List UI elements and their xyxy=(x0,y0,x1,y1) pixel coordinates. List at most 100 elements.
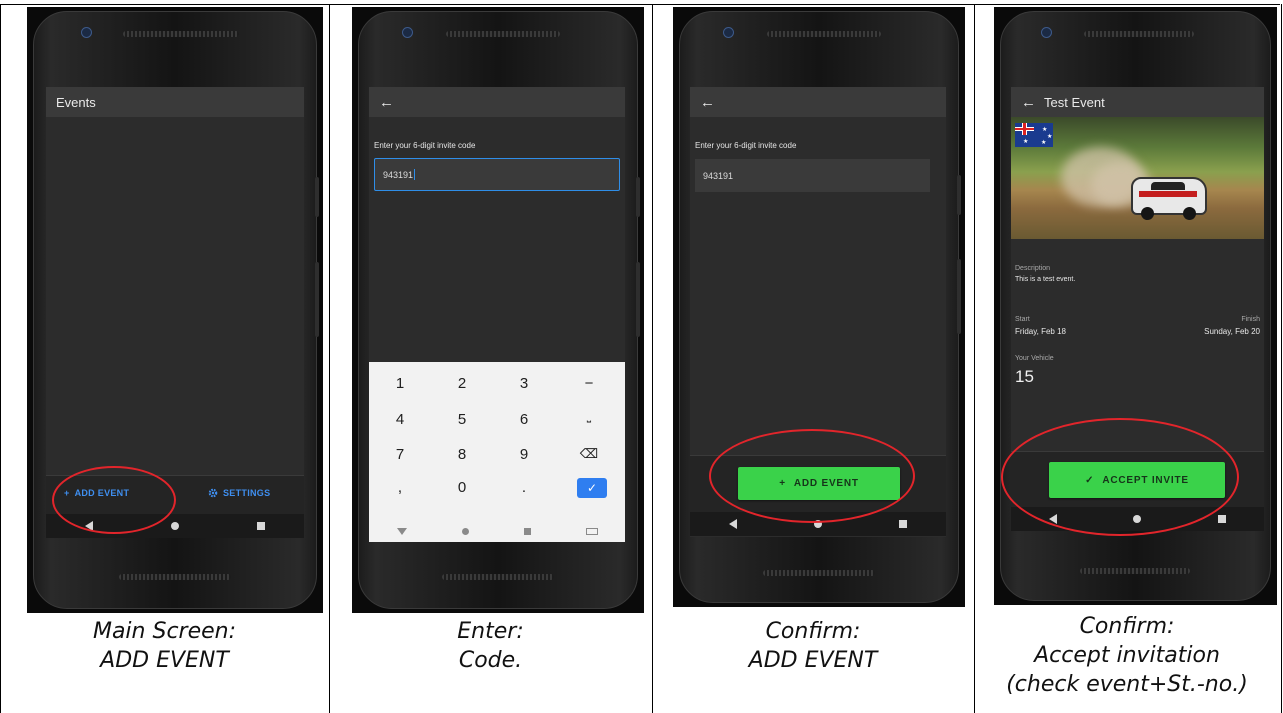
key-7[interactable]: 7 xyxy=(380,446,420,463)
nav-recents-icon[interactable] xyxy=(523,527,531,535)
star-icon: ★ xyxy=(1047,134,1053,140)
key-4[interactable]: 4 xyxy=(380,411,420,428)
car-wheel xyxy=(1141,207,1154,220)
invite-code-value: 943191 xyxy=(383,169,414,180)
highlight-oval xyxy=(1001,418,1239,536)
arrow-left-icon[interactable]: ← xyxy=(700,94,715,111)
hide-keyboard-icon[interactable] xyxy=(396,527,407,535)
car-window xyxy=(1151,182,1185,190)
settings-button[interactable]: SETTINGS xyxy=(208,488,270,498)
invite-code-input[interactable]: 943191 xyxy=(374,158,620,191)
page-title: Test Event xyxy=(1044,94,1105,110)
screen: ← Enter your 6-digit invite code 943191 … xyxy=(369,87,625,542)
arrow-left-icon[interactable]: ← xyxy=(1021,94,1036,111)
caption-line: Code. xyxy=(458,648,523,673)
app-bar: ← Test Event xyxy=(1011,87,1264,117)
settings-label: SETTINGS xyxy=(223,488,271,498)
bottom-speaker xyxy=(119,574,231,580)
caption-line: (check event+St.-no.) xyxy=(1006,672,1248,697)
app-bar: ← xyxy=(369,87,625,117)
nav-home-icon[interactable] xyxy=(461,527,469,535)
star-icon: ★ xyxy=(1042,127,1048,133)
car-stripe xyxy=(1139,191,1197,197)
description-value: This is a test event. xyxy=(1015,276,1076,283)
caption-line: ADD EVENT xyxy=(100,648,229,673)
key-comma[interactable]: , xyxy=(380,479,420,496)
nav-recents-icon[interactable] xyxy=(257,522,265,530)
finish-value: Sunday, Feb 20 xyxy=(1204,327,1260,336)
front-camera xyxy=(723,27,734,38)
key-0[interactable]: 0 xyxy=(442,479,482,496)
vehicle-number: 15 xyxy=(1015,367,1034,386)
key-space[interactable]: ⎵ xyxy=(569,411,609,424)
caption-confirm-add: Confirm: ADD EVENT xyxy=(652,617,974,675)
caption-line: Confirm: xyxy=(1079,614,1175,639)
front-camera xyxy=(81,27,92,38)
keyboard-nav-bar xyxy=(369,520,625,542)
gear-icon xyxy=(208,488,218,498)
top-speaker xyxy=(1084,31,1194,37)
key-9[interactable]: 9 xyxy=(504,446,544,463)
invite-code-prompt: Enter your 6-digit invite code xyxy=(374,141,476,150)
keyboard-switch-icon[interactable] xyxy=(585,527,598,535)
key-period[interactable]: . xyxy=(504,479,544,496)
top-speaker xyxy=(767,31,881,37)
rally-car xyxy=(1131,177,1207,220)
top-speaker xyxy=(446,31,560,37)
invite-code-prompt: Enter your 6-digit invite code xyxy=(695,141,797,150)
numeric-keyboard: 1 2 3 − 4 5 6 ⎵ 7 8 9 ⌫ , 0 . ✓ xyxy=(369,362,625,542)
nav-home-icon[interactable] xyxy=(171,522,179,530)
app-bar: ← xyxy=(690,87,946,117)
key-6[interactable]: 6 xyxy=(504,411,544,428)
side-button xyxy=(315,177,319,217)
phone-mockup-enter-code: ← Enter your 6-digit invite code 943191 … xyxy=(352,7,644,613)
invite-code-value: 943191 xyxy=(703,170,734,181)
caption-main: Main Screen: ADD EVENT xyxy=(0,617,329,675)
text-caret xyxy=(414,169,416,180)
bottom-speaker xyxy=(1080,568,1190,574)
key-backspace[interactable]: ⌫ xyxy=(569,446,609,462)
nav-recents-icon[interactable] xyxy=(899,520,908,528)
side-button xyxy=(636,177,640,217)
front-camera xyxy=(402,27,413,38)
side-button xyxy=(636,262,640,337)
key-enter[interactable]: ✓ xyxy=(577,478,607,498)
nav-recents-icon[interactable] xyxy=(1217,515,1226,523)
top-speaker xyxy=(123,31,239,37)
star-icon: ★ xyxy=(1041,140,1047,146)
key-minus[interactable]: − xyxy=(569,375,609,392)
caption-line: Main Screen: xyxy=(92,619,237,644)
caption-line: ADD EVENT xyxy=(748,648,878,673)
invite-code-input[interactable]: 943191 xyxy=(695,159,930,192)
arrow-left-icon[interactable]: ← xyxy=(379,94,394,111)
start-label: Start xyxy=(1015,316,1030,323)
side-button xyxy=(315,262,319,337)
key-5[interactable]: 5 xyxy=(442,411,482,428)
start-value: Friday, Feb 18 xyxy=(1015,327,1066,336)
highlight-oval xyxy=(52,466,176,534)
finish-label: Finish xyxy=(1241,316,1260,323)
key-1[interactable]: 1 xyxy=(380,375,420,392)
star-icon: ★ xyxy=(1023,139,1029,145)
app-bar: Events xyxy=(46,87,304,117)
bottom-speaker xyxy=(763,570,875,576)
bottom-speaker xyxy=(442,574,554,580)
key-8[interactable]: 8 xyxy=(442,446,482,463)
caption-line: Confirm: xyxy=(765,619,861,644)
australia-flag-icon: ★ ★ ★ ★ xyxy=(1015,123,1053,147)
union-jack-cross xyxy=(1015,123,1034,135)
key-2[interactable]: 2 xyxy=(442,375,482,392)
key-3[interactable]: 3 xyxy=(504,375,544,392)
car-wheel xyxy=(1183,207,1196,220)
page-title: Events xyxy=(56,94,96,110)
caption-enter-code: Enter: Code. xyxy=(329,617,652,675)
vehicle-label: Your Vehicle xyxy=(1015,355,1054,362)
side-button xyxy=(957,259,961,334)
nav-back-icon[interactable] xyxy=(728,519,737,529)
highlight-oval xyxy=(709,429,915,523)
caption-line: Accept invitation xyxy=(1034,643,1220,668)
caption-line: Enter: xyxy=(457,619,524,644)
description-label: Description xyxy=(1015,265,1051,272)
event-photo: ★ ★ ★ ★ xyxy=(1011,117,1264,239)
side-button xyxy=(957,175,961,215)
